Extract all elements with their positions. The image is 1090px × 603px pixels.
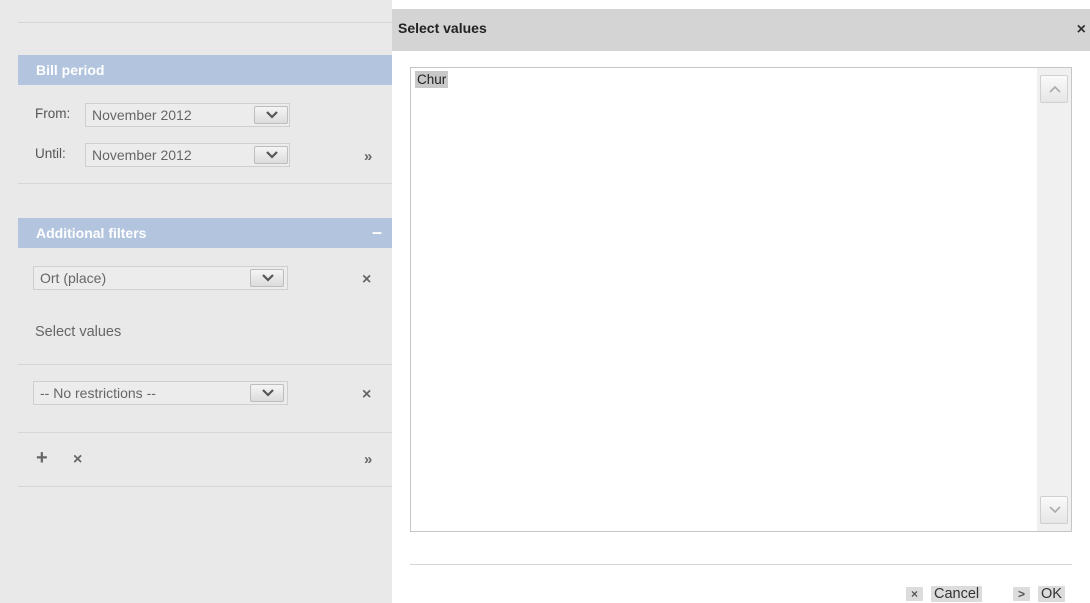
until-select[interactable]: November 2012 <box>85 143 290 167</box>
filter-field-value: Ort (place) <box>40 270 107 286</box>
cancel-button[interactable]: × Cancel <box>906 586 983 602</box>
collapse-icon[interactable]: – <box>372 218 382 246</box>
until-select-value: November 2012 <box>92 147 192 163</box>
clear-icon[interactable]: × <box>73 452 82 468</box>
from-select-value: November 2012 <box>92 107 192 123</box>
values-listbox[interactable]: Chur <box>410 67 1072 532</box>
divider <box>18 22 392 23</box>
chevron-down-icon[interactable] <box>250 384 284 402</box>
filter-restriction-value: -- No restrictions -- <box>40 385 156 401</box>
chevron-down-icon[interactable] <box>250 269 284 287</box>
ok-button[interactable]: > OK <box>1013 586 1065 602</box>
ok-icon: > <box>1013 587 1031 601</box>
bill-period-header: Bill period <box>18 55 392 85</box>
filter-field-select[interactable]: Ort (place) <box>33 266 288 290</box>
filter-panel: Bill period From: November 2012 Until: N… <box>0 0 392 603</box>
filter-restriction-select[interactable]: -- No restrictions -- <box>33 381 288 405</box>
close-icon[interactable]: × <box>1077 21 1086 39</box>
chevron-down-icon[interactable] <box>254 146 288 164</box>
cancel-label: Cancel <box>931 586 983 602</box>
scrollbar[interactable] <box>1037 68 1071 531</box>
list-item[interactable]: Chur <box>415 71 449 88</box>
dialog-titlebar: Select values × <box>392 9 1090 51</box>
divider <box>18 364 392 365</box>
expand-icon[interactable]: » <box>364 149 372 165</box>
dialog-title: Select values <box>398 20 487 36</box>
chevron-down-icon[interactable] <box>254 106 288 124</box>
from-label: From: <box>35 106 71 121</box>
add-icon[interactable]: + <box>36 448 48 468</box>
scroll-up-icon[interactable] <box>1040 75 1068 103</box>
select-values-dialog: Select values × Chur × Cancel > OK <box>392 9 1090 603</box>
divider <box>18 183 392 184</box>
divider <box>18 432 392 433</box>
cancel-icon: × <box>906 587 924 601</box>
select-values-link[interactable]: Select values <box>35 324 121 340</box>
ok-label: OK <box>1038 586 1065 602</box>
divider <box>410 564 1072 565</box>
scroll-down-icon[interactable] <box>1040 496 1068 524</box>
from-select[interactable]: November 2012 <box>85 103 290 127</box>
additional-filters-header: Additional filters – <box>18 218 392 248</box>
bill-period-title: Bill period <box>36 62 105 78</box>
remove-filter-icon[interactable]: × <box>362 272 371 288</box>
additional-filters-title: Additional filters <box>36 225 147 241</box>
remove-filter-icon[interactable]: × <box>362 387 371 403</box>
expand-icon[interactable]: » <box>364 452 372 468</box>
until-label: Until: <box>35 146 66 161</box>
divider <box>18 486 392 487</box>
